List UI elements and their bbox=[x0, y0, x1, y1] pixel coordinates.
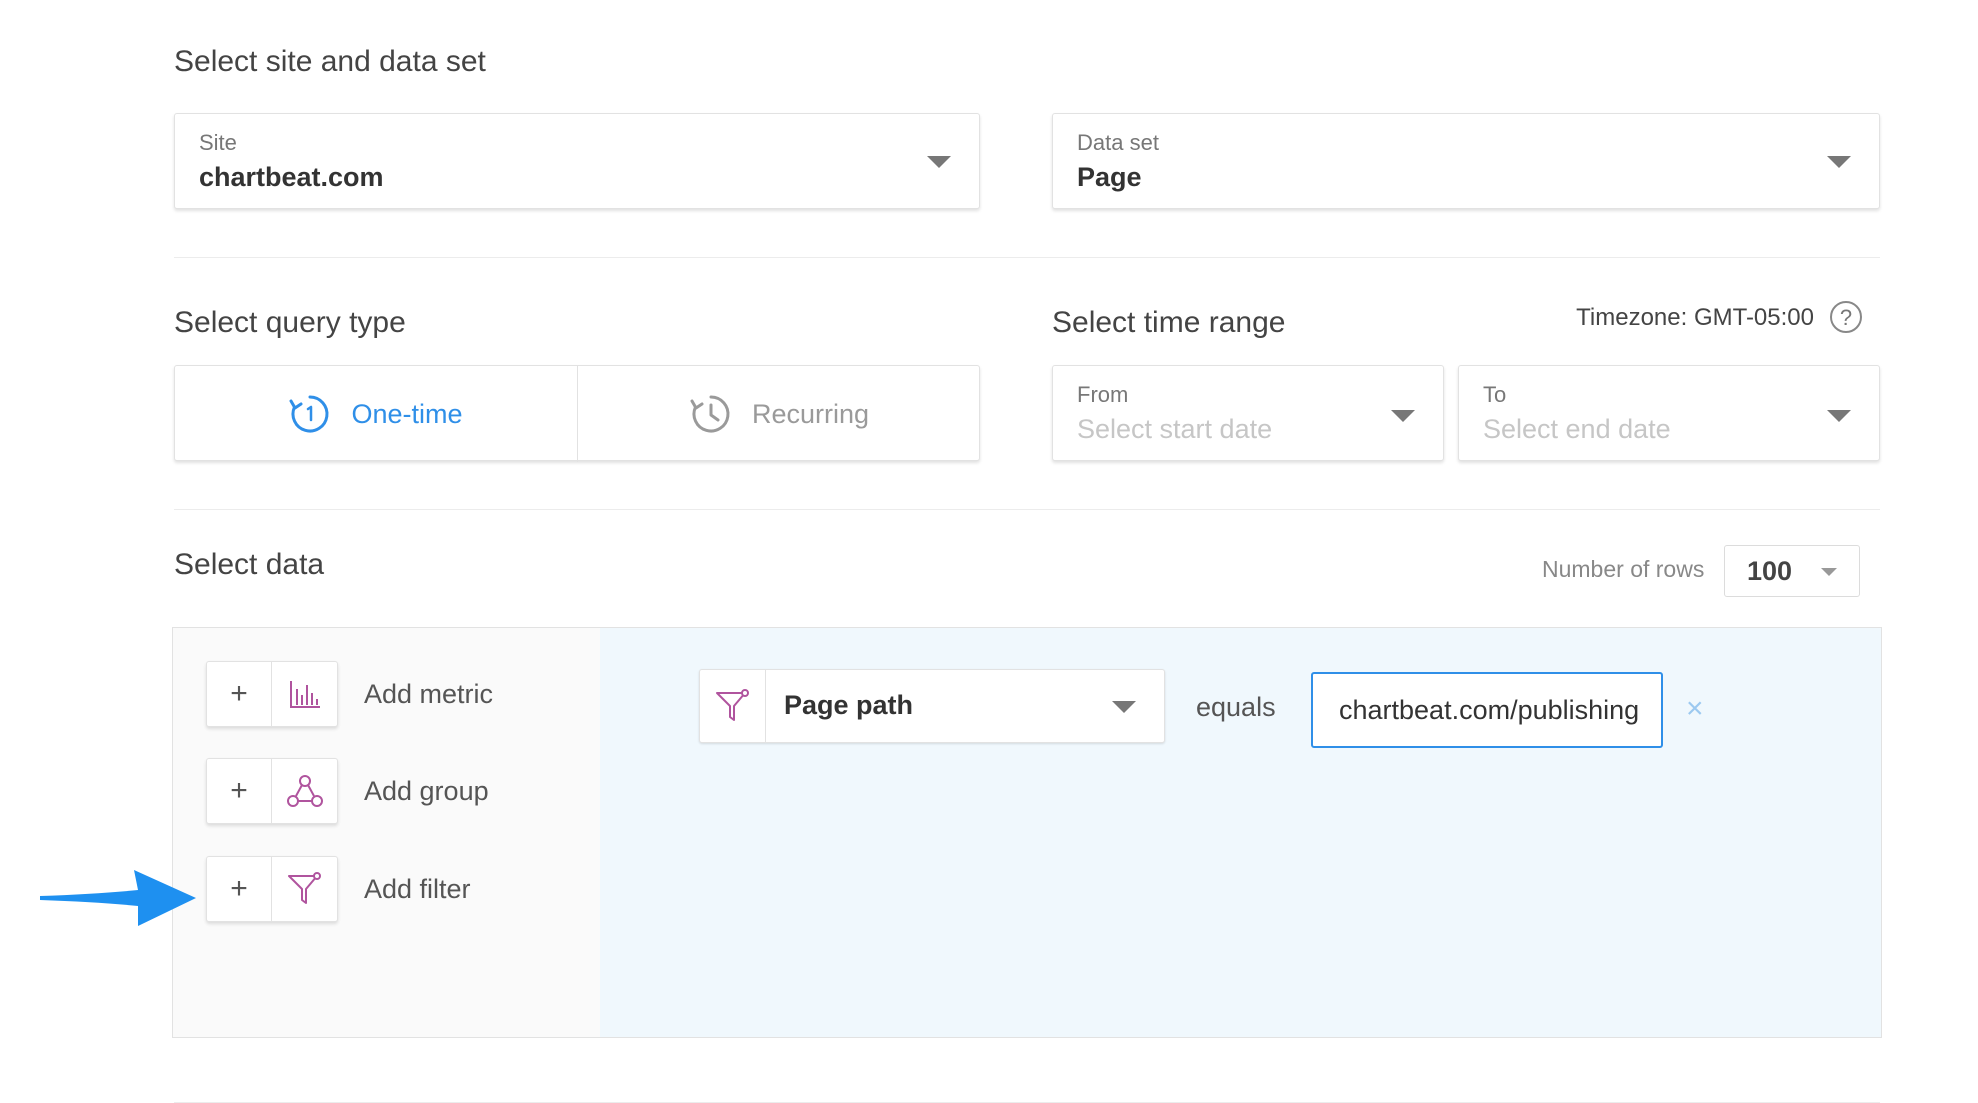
plus-icon: + bbox=[207, 857, 272, 921]
site-value: chartbeat.com bbox=[199, 162, 384, 192]
rows-select[interactable]: 100 bbox=[1724, 545, 1860, 597]
filter-field-value: Page path bbox=[784, 690, 914, 720]
start-date-placeholder: Select start date bbox=[1077, 414, 1273, 444]
tab-recurring[interactable]: Recurring bbox=[578, 366, 981, 462]
filter-icon bbox=[715, 689, 749, 721]
chevron-down-icon bbox=[1827, 156, 1851, 168]
end-date-select[interactable]: To Select end date bbox=[1458, 365, 1880, 461]
chevron-down-icon bbox=[1112, 701, 1136, 713]
add-group-button[interactable]: + bbox=[206, 758, 338, 824]
to-label: To bbox=[1483, 382, 1507, 407]
filter-icon bbox=[287, 872, 321, 904]
rows-value: 100 bbox=[1747, 556, 1793, 586]
site-label: Site bbox=[199, 130, 237, 155]
bar-chart-icon bbox=[289, 681, 320, 708]
start-date-select[interactable]: From Select start date bbox=[1052, 365, 1444, 461]
tab-recurring-label: Recurring bbox=[751, 398, 870, 429]
add-metric-row: + Add metric bbox=[206, 661, 493, 727]
one-time-clock-icon bbox=[289, 395, 329, 433]
add-metric-label: Add metric bbox=[364, 678, 494, 709]
add-filter-label: Add filter bbox=[364, 873, 471, 904]
add-group-label: Add group bbox=[364, 775, 489, 806]
data-set-value: Page bbox=[1077, 162, 1142, 192]
end-date-placeholder: Select end date bbox=[1483, 414, 1671, 444]
query-type-toggle: One-time Recurring bbox=[174, 365, 981, 462]
site-select[interactable]: Site chartbeat.com bbox=[174, 113, 980, 209]
rows-label: Number of rows bbox=[1542, 556, 1705, 582]
add-metric-button[interactable]: + bbox=[206, 661, 338, 727]
section-divider bbox=[174, 257, 1880, 258]
filter-value-input[interactable] bbox=[1311, 672, 1663, 748]
add-group-row: + Add group bbox=[206, 758, 489, 824]
add-filter-button[interactable]: + bbox=[206, 856, 338, 922]
plus-icon: + bbox=[207, 759, 272, 823]
plus-icon: + bbox=[207, 662, 272, 726]
add-filter-row: + Add filter bbox=[206, 856, 471, 922]
section-divider bbox=[174, 509, 1880, 510]
recurring-clock-icon bbox=[690, 395, 730, 433]
select-data-title: Select data bbox=[174, 548, 325, 581]
from-label: From bbox=[1077, 382, 1129, 407]
pointer-arrow-icon bbox=[40, 870, 196, 926]
chevron-down-icon bbox=[927, 156, 951, 168]
time-range-title: Select time range bbox=[1052, 306, 1286, 339]
data-set-select[interactable]: Data set Page bbox=[1052, 113, 1880, 209]
tab-one-time-label: One-time bbox=[351, 398, 463, 429]
query-type-title: Select query type bbox=[174, 306, 406, 339]
data-set-label: Data set bbox=[1077, 130, 1159, 155]
chevron-down-icon bbox=[1821, 568, 1837, 576]
timezone-label: Timezone: GMT-05:00 bbox=[1576, 304, 1814, 331]
filter-operator: equals bbox=[1196, 692, 1276, 722]
chevron-down-icon bbox=[1827, 410, 1851, 422]
chevron-down-icon bbox=[1391, 410, 1415, 422]
group-nodes-icon bbox=[286, 775, 323, 807]
filter-field-select[interactable]: Page path bbox=[699, 669, 1165, 743]
site-section-title: Select site and data set bbox=[174, 45, 486, 78]
remove-filter-icon[interactable]: × bbox=[1686, 692, 1704, 726]
help-icon[interactable]: ? bbox=[1830, 301, 1862, 333]
tab-one-time[interactable]: One-time bbox=[175, 366, 577, 462]
